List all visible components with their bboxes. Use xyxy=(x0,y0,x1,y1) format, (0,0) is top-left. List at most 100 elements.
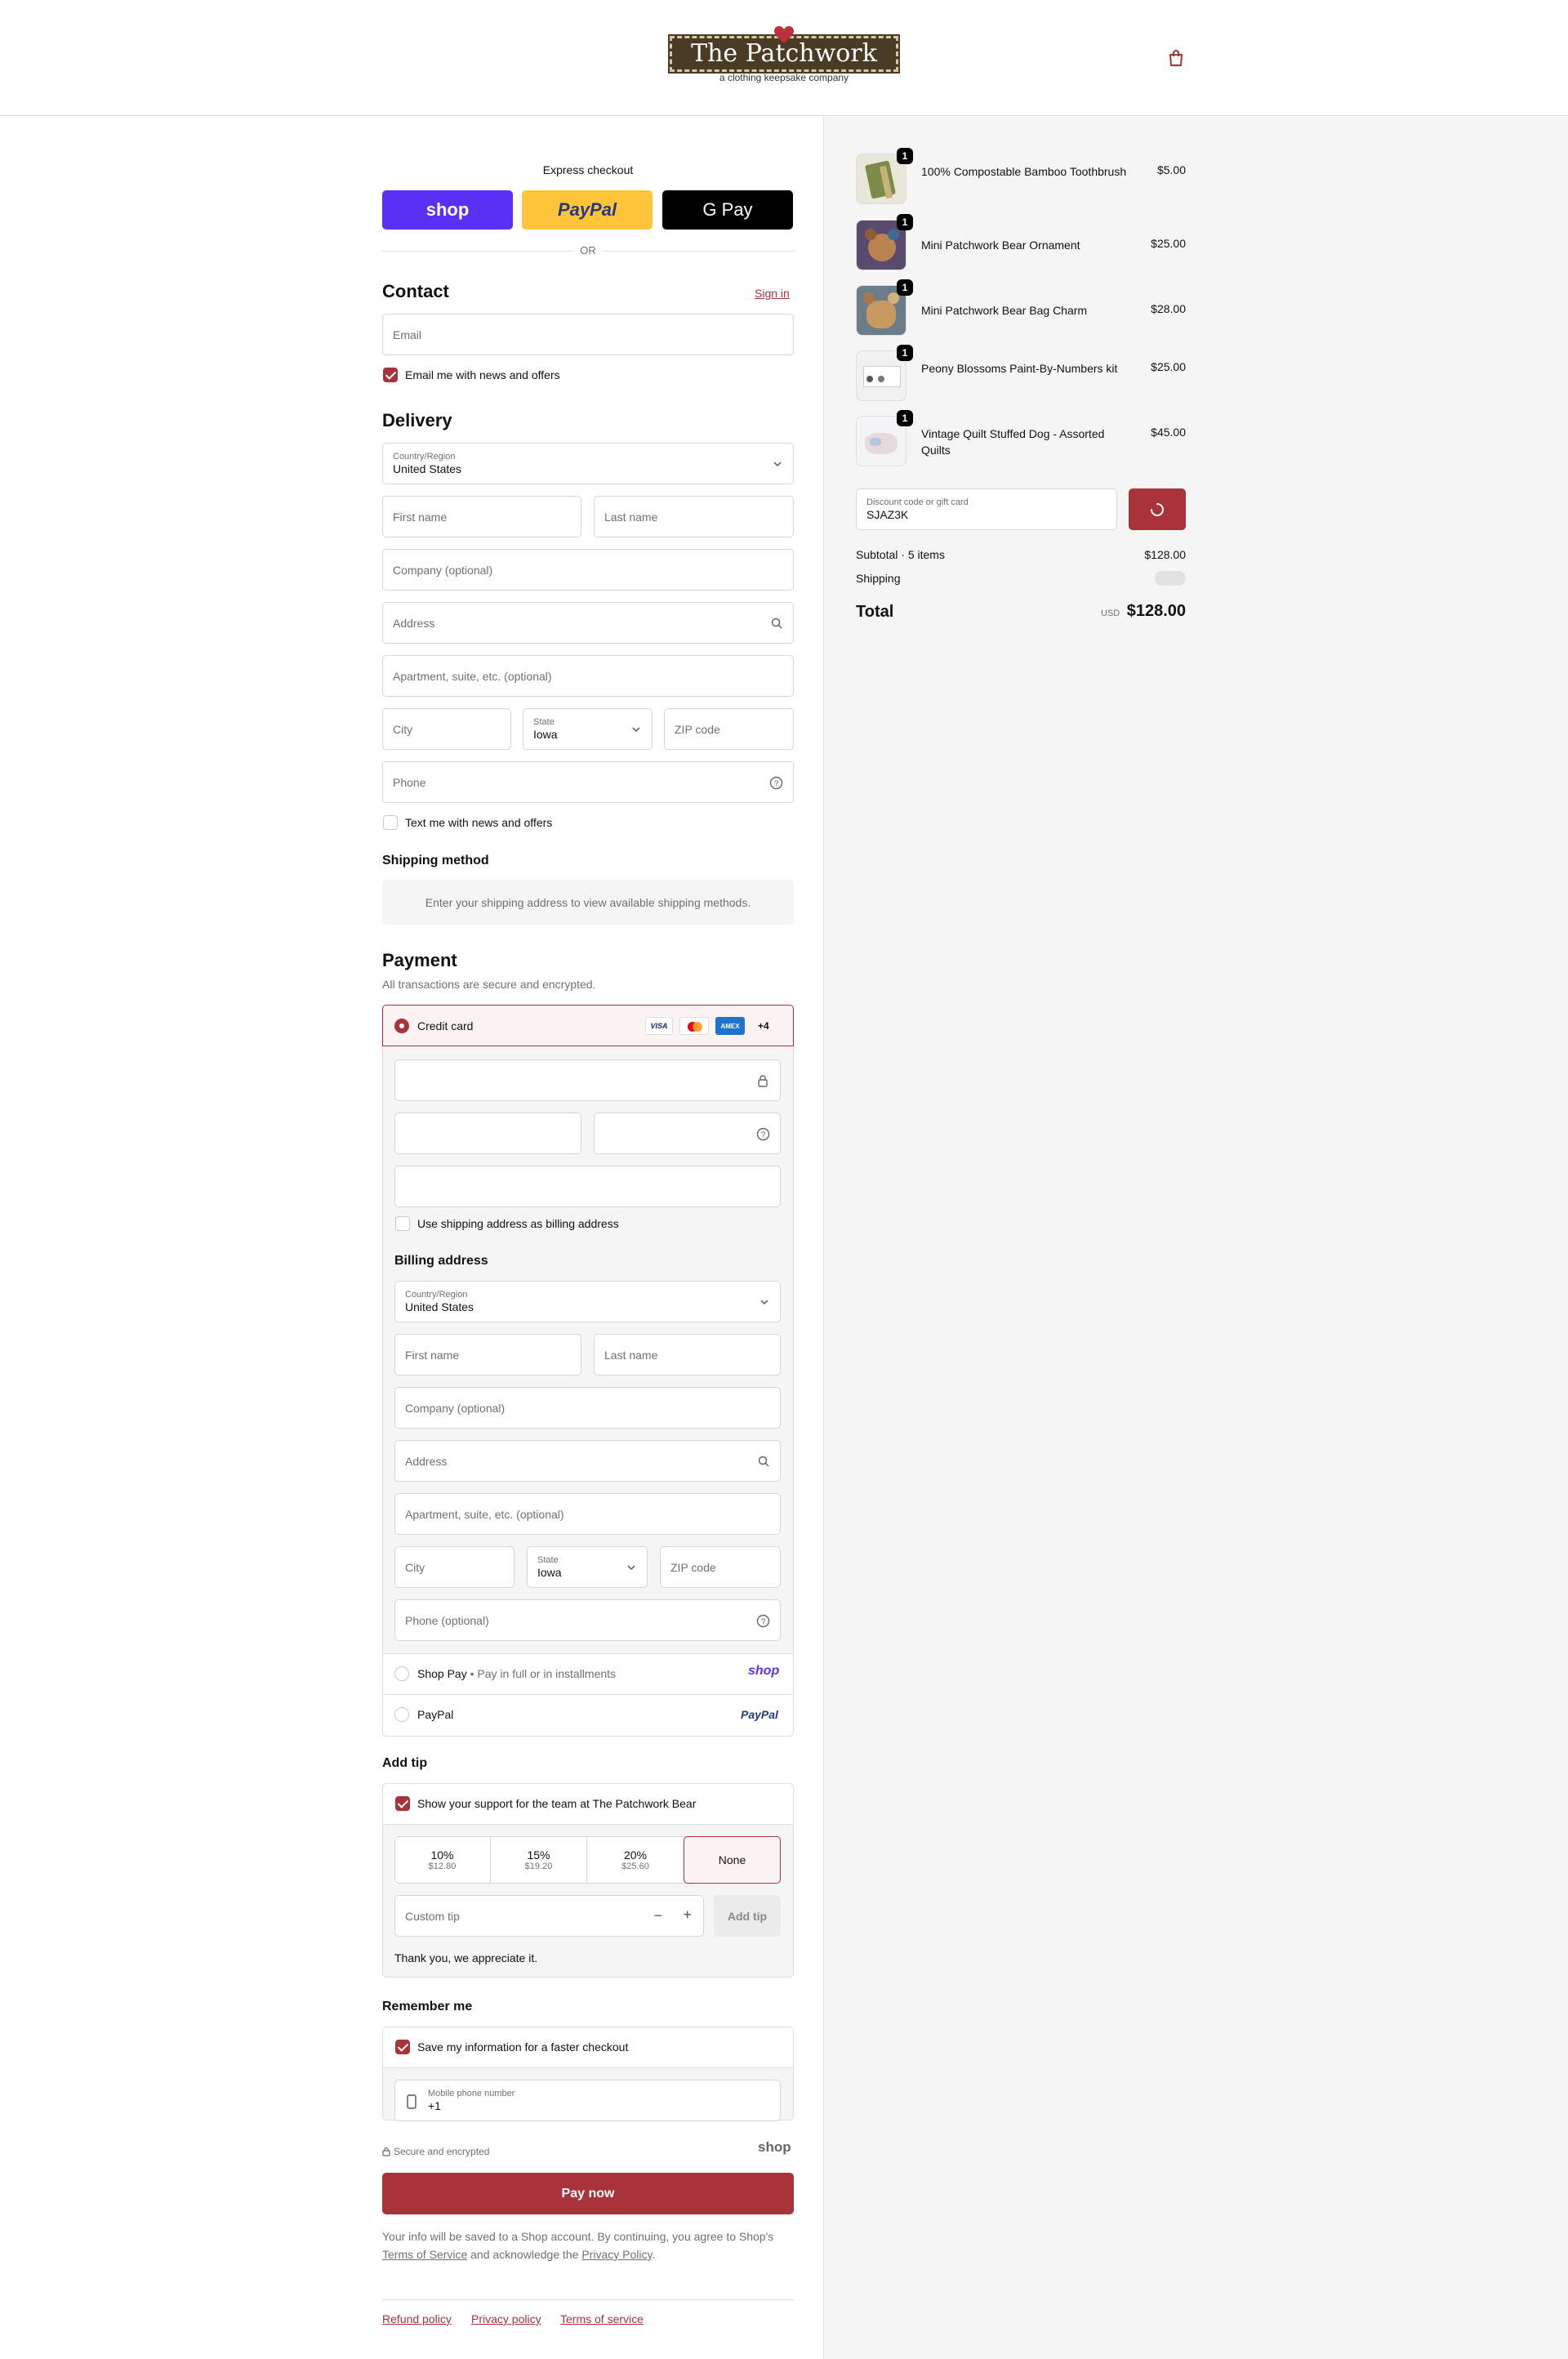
custom-tip-input[interactable]: Custom tip − + xyxy=(394,1895,704,1937)
product-price: $28.00 xyxy=(1151,302,1186,315)
paypal-express-button[interactable]: PayPal xyxy=(522,190,653,230)
zip-input[interactable]: ZIP code xyxy=(664,708,794,750)
amex-label: AMEX xyxy=(720,1022,740,1030)
city-input[interactable]: City xyxy=(382,708,511,750)
shipping-method-message: Enter your shipping address to view avai… xyxy=(425,895,751,909)
line-item: 1 Mini Patchwork Bear Bag Charm $28.00 xyxy=(856,279,1186,337)
shop-pay-radio[interactable] xyxy=(394,1666,409,1681)
lock-icon xyxy=(382,2147,390,2156)
tip-option-amount: $19.20 xyxy=(524,1862,553,1871)
billing-phone-placeholder: Phone (optional) xyxy=(405,1613,489,1627)
tip-option-10[interactable]: 10% $12.80 xyxy=(394,1836,490,1884)
save-info-checkbox[interactable] xyxy=(395,2040,410,2054)
quantity-badge: 1 xyxy=(897,410,913,426)
shipping-value-placeholder xyxy=(1155,571,1186,586)
last-name-input[interactable]: Last name xyxy=(594,496,794,537)
company-placeholder: Company (optional) xyxy=(393,563,493,577)
billing-state-select[interactable]: State Iowa xyxy=(527,1546,648,1588)
shop-pay-logo: shop xyxy=(748,1664,780,1678)
product-price: $25.00 xyxy=(1151,237,1186,250)
chevron-down-icon xyxy=(773,462,782,467)
billing-country-select[interactable]: Country/Region United States xyxy=(394,1281,781,1322)
secure-label: Secure and encrypted xyxy=(394,2146,490,2157)
quantity-badge: 1 xyxy=(897,214,913,230)
subtotal-value: $128.00 xyxy=(1144,548,1186,561)
header: The Patchwork Bear a clothing keepsake c… xyxy=(0,0,1568,116)
card-expiry-input[interactable] xyxy=(394,1113,581,1154)
email-news-checkbox[interactable] xyxy=(383,368,398,382)
google-pay-express-button[interactable]: G Pay xyxy=(662,190,793,230)
mobile-phone-value: +1 xyxy=(428,2098,441,2112)
total-currency: USD xyxy=(1101,609,1120,618)
billing-first-name-placeholder: First name xyxy=(405,1348,460,1362)
shop-privacy-link[interactable]: Privacy Policy xyxy=(581,2248,652,2261)
country-select[interactable]: Country/Region United States xyxy=(382,443,794,484)
state-select[interactable]: State Iowa xyxy=(523,708,653,750)
discount-input[interactable]: Discount code or gift card SJAZ3K xyxy=(856,488,1117,530)
use-shipping-checkbox[interactable] xyxy=(395,1216,410,1231)
credit-card-radio[interactable] xyxy=(394,1019,409,1033)
billing-last-name-input[interactable]: Last name xyxy=(594,1334,781,1376)
shop-terms-link[interactable]: Terms of Service xyxy=(382,2248,467,2261)
first-name-placeholder: First name xyxy=(393,510,448,524)
payment-subtitle: All transactions are secure and encrypte… xyxy=(382,978,596,991)
company-input[interactable]: Company (optional) xyxy=(382,549,794,591)
shop-pay-express-button[interactable]: shop xyxy=(382,190,513,230)
tip-support-label: Show your support for the team at The Pa… xyxy=(417,1797,697,1810)
billing-phone-input[interactable]: Phone (optional) ? xyxy=(394,1599,781,1641)
billing-apartment-input[interactable]: Apartment, suite, etc. (optional) xyxy=(394,1493,781,1535)
line-item: 1 100% Compostable Bamboo Toothbrush $5.… xyxy=(856,148,1186,206)
tip-option-20[interactable]: 20% $25.60 xyxy=(587,1836,684,1884)
billing-city-input[interactable]: City xyxy=(394,1546,514,1588)
use-shipping-label: Use shipping address as billing address xyxy=(417,1217,619,1230)
gpay-logo: G Pay xyxy=(702,199,753,220)
paypal-logo: PayPal xyxy=(557,199,617,220)
more-brands-label: +4 xyxy=(758,1020,769,1032)
tip-option-15[interactable]: 15% $19.20 xyxy=(491,1836,586,1884)
pay-now-button[interactable]: Pay now xyxy=(382,2173,794,2214)
help-circle-icon[interactable]: ? xyxy=(756,1127,770,1141)
zip-placeholder: ZIP code xyxy=(675,722,720,736)
first-name-input[interactable]: First name xyxy=(382,496,581,537)
paypal-radio[interactable] xyxy=(394,1707,409,1722)
shopping-bag-icon[interactable] xyxy=(1167,49,1185,67)
text-news-checkbox[interactable] xyxy=(383,815,398,830)
visa-label: VISA xyxy=(650,1022,668,1030)
terms-of-service-link[interactable]: Terms of service xyxy=(560,2312,644,2326)
quantity-badge: 1 xyxy=(897,148,913,164)
discount-value: SJAZ3K xyxy=(866,507,909,521)
address-input[interactable]: Address xyxy=(382,602,794,644)
line-item: 1 Vintage Quilt Stuffed Dog - Assorted Q… xyxy=(856,410,1186,468)
shop-pay-name: Shop Pay xyxy=(417,1667,467,1680)
tip-option-none[interactable]: None xyxy=(684,1836,781,1884)
card-cvv-input[interactable]: ? xyxy=(594,1113,781,1154)
card-number-input[interactable] xyxy=(394,1059,781,1101)
privacy-policy-link[interactable]: Privacy policy xyxy=(471,2312,541,2326)
billing-zip-input[interactable]: ZIP code xyxy=(660,1546,781,1588)
billing-first-name-input[interactable]: First name xyxy=(394,1334,581,1376)
add-tip-button[interactable]: Add tip xyxy=(714,1895,781,1937)
tip-support-checkbox[interactable] xyxy=(395,1796,410,1811)
apply-discount-button[interactable] xyxy=(1129,488,1186,530)
minus-icon[interactable]: − xyxy=(653,1907,662,1924)
mobile-phone-input[interactable]: Mobile phone number +1 xyxy=(394,2080,781,2121)
refund-policy-link[interactable]: Refund policy xyxy=(382,2312,452,2326)
card-name-input[interactable] xyxy=(394,1166,781,1207)
email-input[interactable]: Email xyxy=(382,314,794,355)
state-value: Iowa xyxy=(533,727,558,741)
phone-input[interactable]: Phone ? xyxy=(382,761,794,803)
product-name: Mini Patchwork Bear Ornament xyxy=(921,239,1080,252)
sign-in-link[interactable]: Sign in xyxy=(755,287,790,300)
heart-icon xyxy=(774,26,794,43)
billing-company-input[interactable]: Company (optional) xyxy=(394,1387,781,1429)
help-circle-icon[interactable]: ? xyxy=(769,776,783,790)
chevron-down-icon xyxy=(760,1300,768,1305)
plus-icon[interactable]: + xyxy=(683,1906,692,1924)
billing-country-label: Country/Region xyxy=(405,1289,468,1300)
address-placeholder: Address xyxy=(393,616,435,630)
billing-address-input[interactable]: Address xyxy=(394,1440,781,1482)
help-circle-icon[interactable]: ? xyxy=(756,1614,770,1628)
billing-last-name-placeholder: Last name xyxy=(604,1348,658,1362)
apartment-input[interactable]: Apartment, suite, etc. (optional) xyxy=(382,655,794,697)
store-logo[interactable]: The Patchwork Bear a clothing keepsake c… xyxy=(668,26,900,100)
